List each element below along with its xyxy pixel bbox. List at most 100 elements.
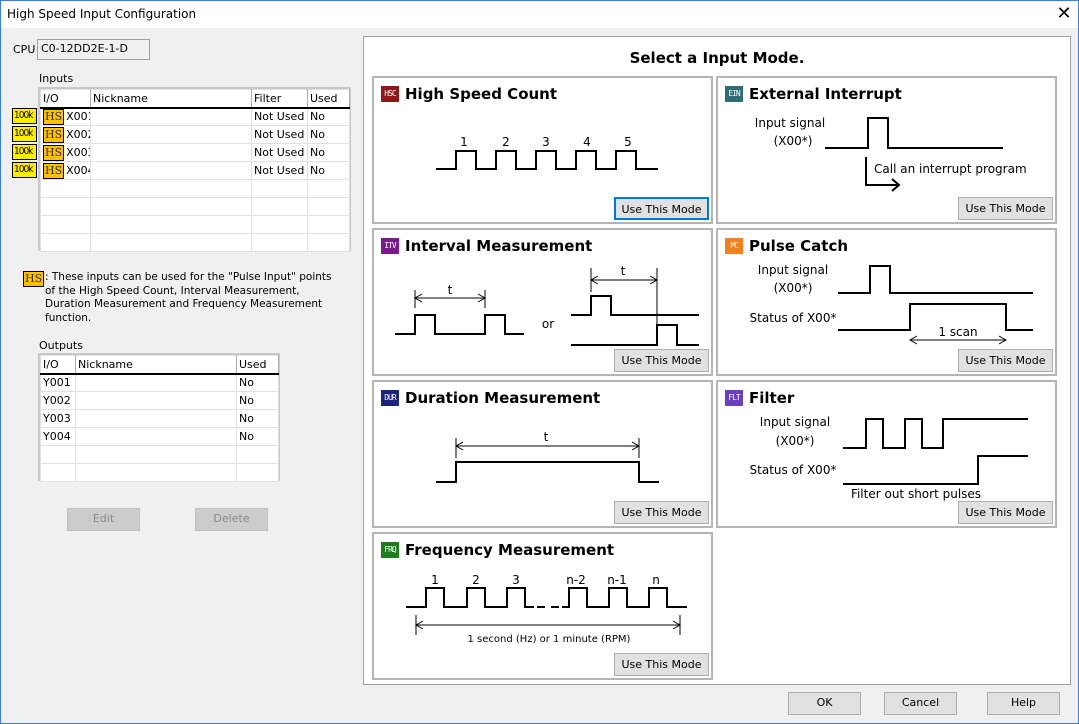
hs-badge: HS xyxy=(43,162,65,179)
use-this-mode-button[interactable]: Use This Mode xyxy=(614,653,709,676)
itv-icon: ITV xyxy=(381,238,399,254)
use-this-mode-button[interactable]: Use This Mode xyxy=(614,197,709,220)
nickname-cell[interactable] xyxy=(90,125,252,144)
col-nickname: Nickname xyxy=(90,89,252,109)
io-value: X003 xyxy=(66,145,89,159)
100k-badge: 100k xyxy=(12,126,37,142)
card-title: Filter xyxy=(749,389,795,407)
table-row[interactable]: Y004 No xyxy=(40,427,279,446)
waveform xyxy=(838,265,1033,294)
diagram-label: Filter out short pulses xyxy=(851,487,981,501)
diagram-label: (X00*) xyxy=(774,281,813,295)
diagram-label: Status of X00* xyxy=(750,463,837,477)
nickname-cell[interactable] xyxy=(75,391,237,410)
card-title: Duration Measurement xyxy=(405,389,601,407)
use-this-mode-button[interactable]: Use This Mode xyxy=(958,501,1053,524)
use-this-mode-button[interactable]: Use This Mode xyxy=(958,349,1053,372)
table-row[interactable] xyxy=(40,215,350,234)
waveform xyxy=(571,324,699,346)
nickname-cell[interactable] xyxy=(90,107,252,126)
filter-cell: Not Used xyxy=(251,143,308,162)
hs-badge: HS xyxy=(43,108,65,125)
inputs-label: Inputs xyxy=(39,72,74,85)
table-row[interactable] xyxy=(40,179,350,198)
help-button[interactable]: Help xyxy=(987,692,1060,715)
io-cell: HSX003 xyxy=(40,143,91,162)
diagram-label: 1 xyxy=(460,135,468,149)
100k-badge: 100k xyxy=(12,144,37,160)
ok-button[interactable]: OK xyxy=(788,692,861,715)
table-row[interactable] xyxy=(40,197,350,216)
ein-icon: EIN xyxy=(725,86,743,102)
diagram-label: Input signal xyxy=(755,116,825,130)
diagram-label: t xyxy=(448,283,453,297)
use-this-mode-button[interactable]: Use This Mode xyxy=(958,197,1053,220)
io-value: X001 xyxy=(66,109,89,123)
used-cell: No xyxy=(236,391,279,410)
diagram-label: Input signal xyxy=(758,263,828,277)
mode-card-filter: Input signal (X00*) Status of X00* Filter o… xyxy=(716,380,1057,528)
card-header: HSC High Speed Count xyxy=(381,85,557,103)
table-row[interactable]: HSX001 Not UsedNo xyxy=(40,107,350,126)
hsc-icon: HSC xyxy=(381,86,399,102)
100k-badge: 100k xyxy=(12,162,37,178)
outputs-label: Outputs xyxy=(39,339,83,352)
card-title: External Interrupt xyxy=(749,85,902,103)
mode-card-external-interrupt: Input signal (X00*) Call an interrupt prog… xyxy=(716,76,1057,224)
delete-button[interactable]: Delete xyxy=(195,508,268,531)
panel-title: Select a Input Mode. xyxy=(629,49,805,67)
use-this-mode-button[interactable]: Use This Mode xyxy=(614,501,709,524)
filter-cell: Not Used xyxy=(251,161,308,180)
waveform xyxy=(843,455,1028,485)
close-icon[interactable]: ✕ xyxy=(1053,3,1075,25)
cancel-button[interactable]: Cancel xyxy=(884,692,957,715)
waveform xyxy=(562,587,687,608)
used-cell: No xyxy=(236,427,279,446)
edit-button[interactable]: Edit xyxy=(67,508,140,531)
nickname-cell[interactable] xyxy=(90,161,252,180)
diagram-label: t xyxy=(621,264,626,278)
use-this-mode-button[interactable]: Use This Mode xyxy=(614,349,709,372)
card-header: FLT Filter xyxy=(725,389,794,407)
table-row[interactable] xyxy=(40,463,279,482)
card-title: Pulse Catch xyxy=(749,237,849,255)
table-row[interactable]: HSX004 Not UsedNo xyxy=(40,161,350,180)
card-header: EIN External Interrupt xyxy=(725,85,902,103)
nickname-cell[interactable] xyxy=(75,373,237,392)
used-cell: No xyxy=(307,125,350,144)
table-row[interactable]: Y003 No xyxy=(40,409,279,428)
io-cell: HSX002 xyxy=(40,125,91,144)
table-row[interactable]: Y002 No xyxy=(40,391,279,410)
hs-badge: HS xyxy=(43,126,65,143)
cpu-label: CPU xyxy=(13,43,36,56)
col-used: Used xyxy=(236,355,279,375)
outputs-table: I/O Nickname Used Y001 No Y002 No Y003 No Y004 No xyxy=(40,355,279,482)
table-row[interactable] xyxy=(40,233,350,252)
table-row[interactable]: HSX003 Not UsedNo xyxy=(40,143,350,162)
used-cell: No xyxy=(236,373,279,392)
waveform xyxy=(838,303,1033,331)
mode-card-pulse-catch: Input signal (X00*) Status of X00* 1 scan P… xyxy=(716,228,1057,376)
hs-note: : These inputs can be used for the "Puls… xyxy=(45,271,332,324)
nickname-cell[interactable] xyxy=(90,143,252,162)
card-title: Interval Measurement xyxy=(405,237,593,255)
card-header: ITV Interval Measurement xyxy=(381,237,592,255)
io-cell: Y003 xyxy=(40,409,76,428)
diagram-label: 1 xyxy=(431,573,439,587)
diagram-label: 3 xyxy=(512,573,520,587)
nickname-cell[interactable] xyxy=(75,427,237,446)
card-header: FRQ Frequency Measurement xyxy=(381,541,614,559)
io-cell: Y004 xyxy=(40,427,76,446)
window-title: High Speed Input Configuration xyxy=(7,7,197,21)
diagram-label: (X00*) xyxy=(774,134,813,148)
nickname-cell[interactable] xyxy=(75,409,237,428)
table-row[interactable]: Y001 No xyxy=(40,373,279,392)
card-header: PC Pulse Catch xyxy=(725,237,848,255)
diagram-label: (X00*) xyxy=(776,434,815,448)
table-row[interactable] xyxy=(40,445,279,464)
diagram-label: or xyxy=(542,317,554,331)
table-row[interactable]: HSX002 Not UsedNo xyxy=(40,125,350,144)
dur-icon: DUR xyxy=(381,390,399,406)
io-cell: Y001 xyxy=(40,373,76,392)
waveform xyxy=(825,117,1003,149)
